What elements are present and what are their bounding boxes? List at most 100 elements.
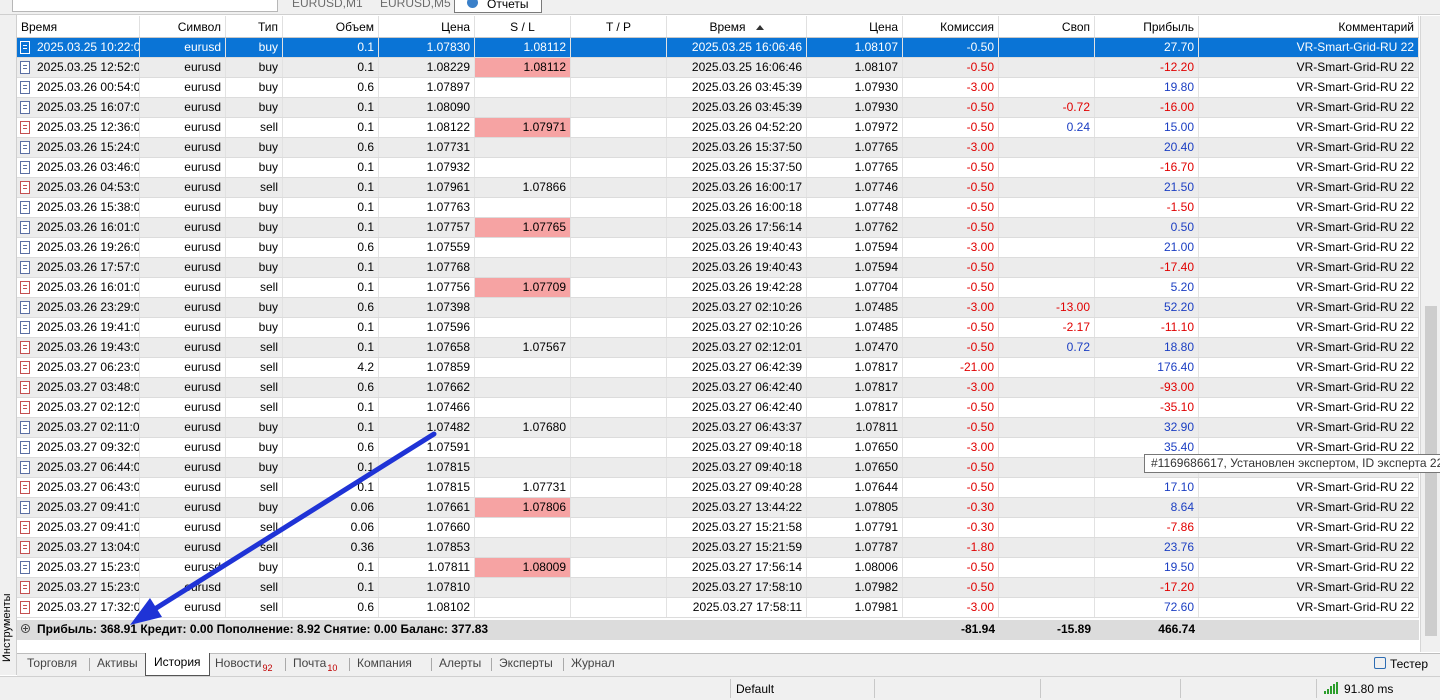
column-header-open-time[interactable]: Время [17, 16, 140, 37]
cell-stop-loss: 1.07731 [475, 478, 571, 497]
table-row[interactable]: 2025.03.27 15:23:06 eurusd sell 0.1 1.07810 2… [17, 578, 1419, 598]
table-row[interactable]: 2025.03.26 15:24:07 eurusd buy 0.6 1.07731 20… [17, 138, 1419, 158]
cell-comment: VR-Smart-Grid-RU 22 [1199, 578, 1419, 597]
table-row[interactable]: 2025.03.26 03:46:06 eurusd buy 0.1 1.07932 20… [17, 158, 1419, 178]
column-header-volume[interactable]: Объем [283, 16, 379, 37]
table-row[interactable]: 2025.03.26 04:53:08 eurusd sell 0.1 1.07961 1… [17, 178, 1419, 198]
table-row[interactable]: 2025.03.27 09:41:05 eurusd buy 0.06 1.07661 1… [17, 498, 1419, 518]
table-row[interactable]: 2025.03.26 19:41:06 eurusd buy 0.1 1.07596 20… [17, 318, 1419, 338]
chart-tab-strip: EURUSD,M1 EURUSD,M5 Отчеты [0, 0, 1440, 15]
cell-volume: 4.2 [283, 358, 379, 377]
cell-close-time: 2025.03.27 06:43:37 [667, 418, 807, 437]
table-row[interactable]: 2025.03.27 17:32:07 eurusd sell 0.6 1.08102 2… [17, 598, 1419, 618]
reports-button[interactable]: Отчеты [454, 0, 542, 13]
tab-8[interactable]: Журнал [571, 654, 615, 675]
tab-0[interactable]: Торговля [27, 654, 77, 675]
cell-open-price: 1.07756 [379, 278, 475, 297]
table-row[interactable]: 2025.03.27 02:12:09 eurusd sell 0.1 1.07466 2… [17, 398, 1419, 418]
tab-6[interactable]: Алерты [439, 654, 481, 675]
chart-tab-eurusd-m1[interactable]: EURUSD,M1 [292, 0, 363, 10]
table-row[interactable]: 2025.03.27 03:48:05 eurusd sell 0.6 1.07662 2… [17, 378, 1419, 398]
cell-open-time-text: 2025.03.27 13:04:06 [37, 540, 140, 554]
tab-1[interactable]: Активы [97, 654, 138, 675]
table-row[interactable]: 2025.03.27 13:04:06 eurusd sell 0.36 1.07853… [17, 538, 1419, 558]
cell-type: buy [226, 38, 283, 57]
status-profile[interactable]: Default [736, 682, 774, 696]
tab-3[interactable]: Новости92 [215, 654, 272, 675]
cell-stop-loss: 1.07680 [475, 418, 571, 437]
cell-take-profit [571, 318, 667, 337]
cell-swap [999, 378, 1095, 397]
cell-type: buy [226, 498, 283, 517]
table-row[interactable]: 2025.03.26 17:57:05 eurusd buy 0.1 1.07768 20… [17, 258, 1419, 278]
cell-volume: 0.1 [283, 158, 379, 177]
table-row[interactable]: 2025.03.26 19:26:05 eurusd buy 0.6 1.07559 20… [17, 238, 1419, 258]
column-header-close-time[interactable]: Время [667, 16, 807, 37]
history-table[interactable]: Время Символ Тип Объем Цена S / LT / P Время Це… [17, 16, 1419, 618]
column-header-stop-loss[interactable]: S / L [475, 16, 571, 37]
summary-row: Прибыль: 368.91 Кредит: 0.00 Пополнение:… [17, 620, 1419, 640]
cell-symbol: eurusd [140, 218, 226, 237]
cell-profit: -17.40 [1095, 258, 1199, 277]
cell-close-price: 1.07982 [807, 578, 903, 597]
tab-5[interactable]: Компания [357, 654, 412, 675]
toolbox-side-panel[interactable]: Инструменты [0, 15, 17, 675]
cell-stop-loss [475, 298, 571, 317]
table-row[interactable]: 2025.03.26 16:01:06 eurusd sell 0.1 1.07756 1… [17, 278, 1419, 298]
table-row[interactable]: 2025.03.26 19:43:06 eurusd sell 0.1 1.07658 1… [17, 338, 1419, 358]
expand-plus-icon[interactable] [21, 624, 30, 633]
cell-open-price: 1.07810 [379, 578, 475, 597]
column-header-commission[interactable]: Комиссия [903, 16, 999, 37]
table-row[interactable]: 2025.03.26 16:01:05 eurusd buy 0.1 1.07757 1.… [17, 218, 1419, 238]
tester-button[interactable]: Тестер [1373, 654, 1428, 675]
cell-open-time: 2025.03.26 19:43:06 [17, 338, 140, 357]
deal-document-icon [20, 81, 30, 94]
cell-open-price: 1.07591 [379, 438, 475, 457]
chart-tab-eurusd-m5[interactable]: EURUSD,M5 [380, 0, 451, 10]
tab-4[interactable]: Почта10 [293, 654, 337, 675]
cell-open-price: 1.08102 [379, 598, 475, 617]
cell-open-time: 2025.03.27 09:32:06 [17, 438, 140, 457]
table-row[interactable]: 2025.03.26 23:29:06 eurusd buy 0.6 1.07398 20… [17, 298, 1419, 318]
table-row[interactable]: 2025.03.27 02:11:05 eurusd buy 0.1 1.07482 1.… [17, 418, 1419, 438]
column-header-profit[interactable]: Прибыль [1095, 16, 1199, 37]
table-row[interactable]: 2025.03.25 12:36:05 eurusd sell 0.1 1.08122 1… [17, 118, 1419, 138]
table-row[interactable]: 2025.03.27 06:23:09 eurusd sell 4.2 1.07859 2… [17, 358, 1419, 378]
column-header-take-profit[interactable]: T / P [571, 16, 667, 37]
cell-close-price: 1.07930 [807, 98, 903, 117]
cell-open-time: 2025.03.27 06:44:06 [17, 458, 140, 477]
cell-close-price: 1.07817 [807, 398, 903, 417]
tab-2[interactable]: История [145, 653, 210, 676]
toolbar-box[interactable] [12, 0, 278, 12]
cell-stop-loss: 1.07866 [475, 178, 571, 197]
tab-label: Почта [293, 656, 327, 670]
cell-commission: -3.00 [903, 298, 999, 317]
cell-stop-loss [475, 318, 571, 337]
column-header-swap[interactable]: Своп [999, 16, 1095, 37]
cell-type: buy [226, 138, 283, 157]
column-header-open-price[interactable]: Цена [379, 16, 475, 37]
column-header-close-price[interactable]: Цена [807, 16, 903, 37]
cell-swap [999, 158, 1095, 177]
column-header-symbol[interactable]: Символ [140, 16, 226, 37]
table-row[interactable]: 2025.03.26 15:38:06 eurusd buy 0.1 1.07763 20… [17, 198, 1419, 218]
table-row[interactable]: 2025.03.27 06:43:07 eurusd sell 0.1 1.07815 1… [17, 478, 1419, 498]
table-row[interactable]: 2025.03.25 12:52:08 eurusd buy 0.1 1.08229 1.… [17, 58, 1419, 78]
column-header-comment[interactable]: Комментарий [1199, 16, 1419, 37]
table-row[interactable]: 2025.03.27 09:41:05 eurusd sell 0.06 1.07660… [17, 518, 1419, 538]
cell-close-price: 1.07817 [807, 378, 903, 397]
table-row[interactable]: 2025.03.25 10:22:05 eurusd buy 0.1 1.07830 1.… [17, 38, 1419, 58]
vertical-scrollbar[interactable] [1420, 16, 1440, 652]
column-header-type[interactable]: Тип [226, 16, 283, 37]
table-row[interactable]: 2025.03.26 00:54:05 eurusd buy 0.6 1.07897 20… [17, 78, 1419, 98]
deal-document-icon [20, 501, 30, 514]
table-row[interactable]: 2025.03.25 16:07:05 eurusd buy 0.1 1.08090 20… [17, 98, 1419, 118]
cell-open-time-text: 2025.03.26 16:01:05 [37, 220, 140, 234]
cell-close-price: 1.07817 [807, 358, 903, 377]
cell-close-time: 2025.03.26 17:56:14 [667, 218, 807, 237]
table-row[interactable]: 2025.03.27 15:23:05 eurusd buy 0.1 1.07811 1.… [17, 558, 1419, 578]
tab-7[interactable]: Эксперты [499, 654, 553, 675]
cell-open-time-text: 2025.03.27 09:41:05 [37, 520, 140, 534]
cell-comment: VR-Smart-Grid-RU 22 [1199, 398, 1419, 417]
cell-take-profit [571, 158, 667, 177]
